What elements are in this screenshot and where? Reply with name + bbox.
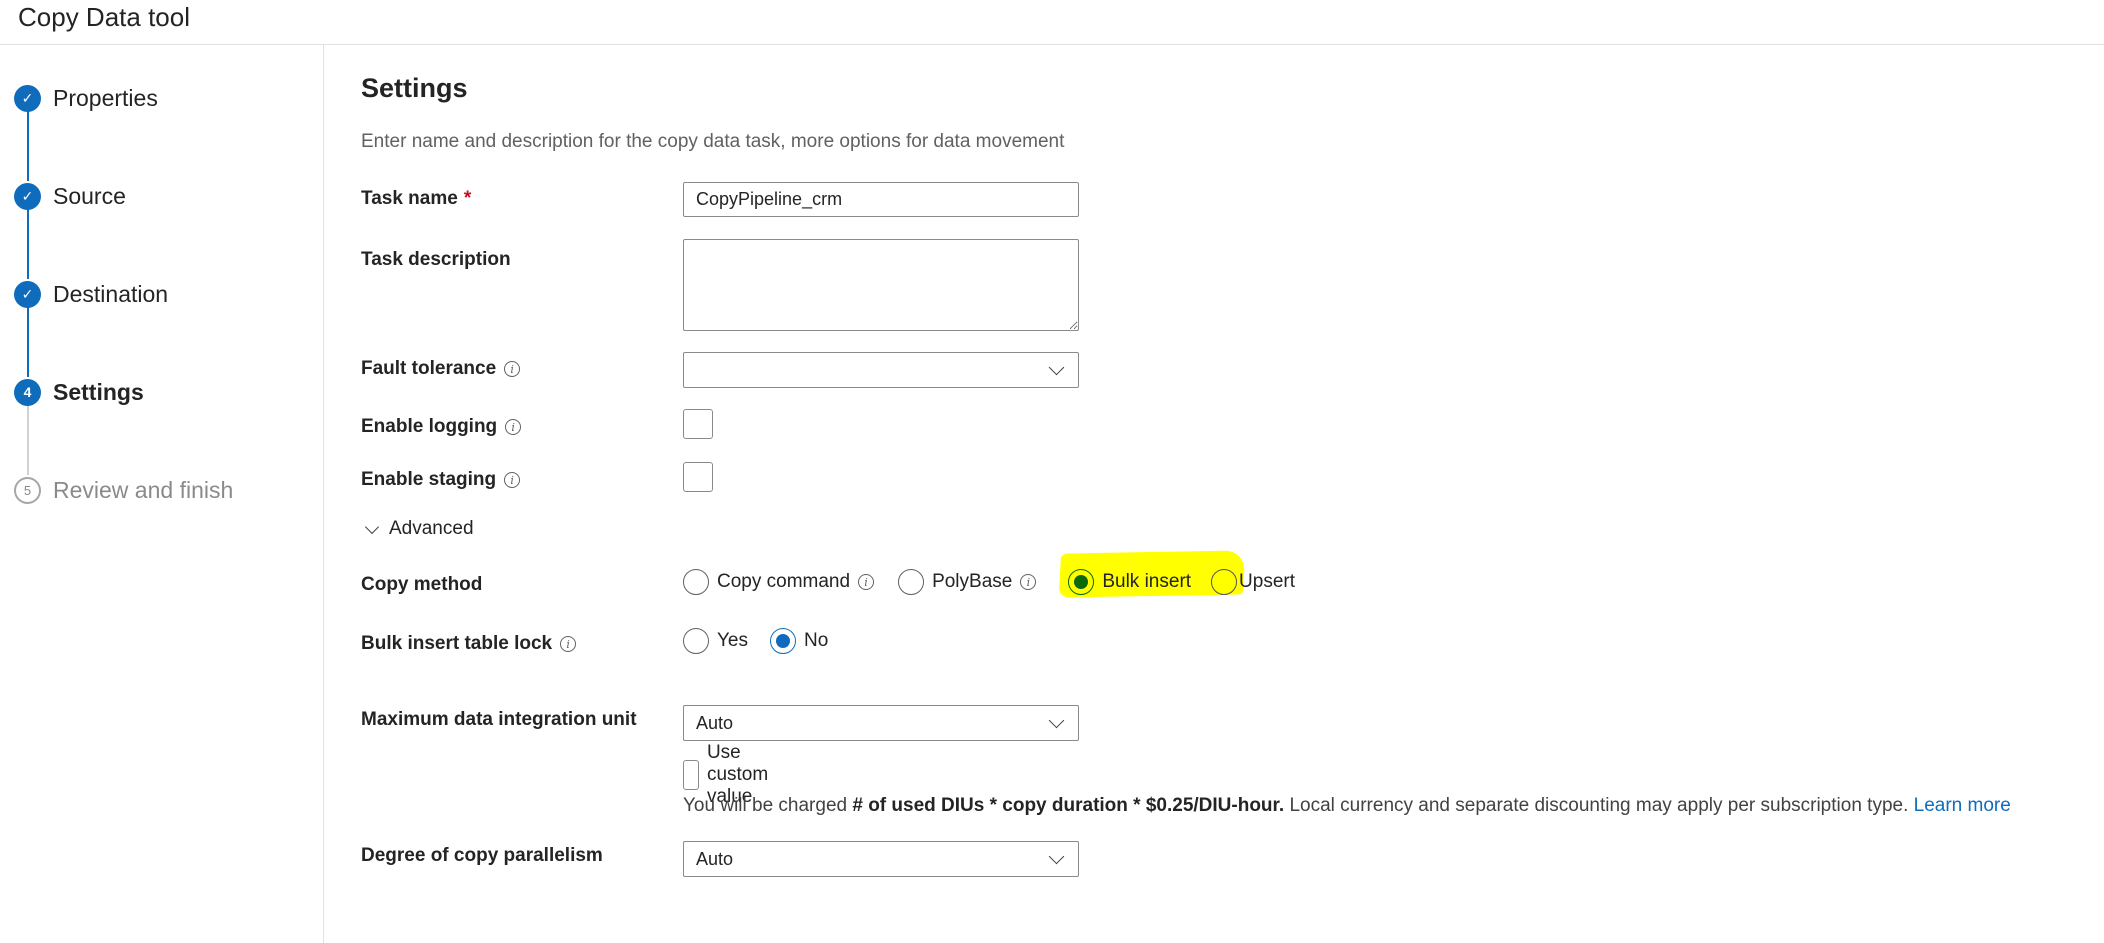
option-label: Upsert (1239, 571, 1296, 592)
copy-method-option-upsert[interactable]: Upsert (1211, 569, 1295, 595)
step-label: Source (53, 182, 126, 209)
info-icon[interactable]: i (505, 419, 522, 435)
step-label: Review and finish (53, 476, 234, 503)
dropdown-value: Auto (696, 848, 734, 869)
step-settings[interactable]: 4 Settings (14, 377, 144, 407)
table-lock-option-no[interactable]: No (770, 628, 828, 654)
enable-logging-label: Enable logging i (361, 416, 522, 438)
step-source[interactable]: ✓ Source (14, 181, 126, 211)
table-lock-radio-group: Yes No (683, 628, 850, 654)
required-marker: * (463, 188, 472, 209)
step-label: Settings (53, 378, 144, 405)
learn-more-link[interactable]: Learn more (1914, 795, 2011, 816)
charge-note-suffix: Local currency and separate discounting … (1284, 795, 1914, 816)
wizard-sidebar: ✓ Properties ✓ Source ✓ Destination 4 Se… (0, 45, 324, 943)
copy-method-option-copy-command[interactable]: Copy command i (683, 569, 875, 595)
chevron-down-icon (1048, 712, 1065, 728)
chevron-down-icon (1048, 848, 1065, 864)
parallelism-dropdown[interactable]: Auto (683, 841, 1079, 877)
parallelism-label: Degree of copy parallelism (361, 845, 603, 866)
app-title: Copy Data tool (18, 2, 190, 32)
task-name-input[interactable] (683, 182, 1079, 217)
info-icon[interactable]: i (1020, 574, 1037, 590)
step-connector (27, 209, 29, 279)
highlighted-options: Bulk insert Upsert (1059, 550, 1295, 598)
charge-note: You will be charged # of used DIUs * cop… (683, 795, 2011, 817)
step-number-badge: 4 (14, 378, 41, 406)
enable-staging-label-text: Enable staging (361, 469, 497, 490)
dropdown-value: Auto (696, 712, 734, 733)
enable-staging-checkbox[interactable] (683, 462, 713, 492)
option-label: PolyBase (932, 571, 1013, 592)
copy-method-radio-group: Copy command i PolyBase i Bulk insert Up… (683, 550, 1295, 598)
check-icon: ✓ (14, 182, 41, 210)
step-label: Destination (53, 280, 169, 307)
step-label: Properties (53, 84, 158, 111)
fault-tolerance-dropdown[interactable] (683, 352, 1079, 388)
step-review-and-finish[interactable]: 5 Review and finish (14, 475, 233, 505)
advanced-toggle[interactable]: Advanced (364, 518, 474, 540)
check-icon: ✓ (14, 280, 41, 308)
info-icon[interactable]: i (504, 472, 521, 488)
info-icon[interactable]: i (560, 636, 577, 652)
radio-button (898, 569, 925, 595)
step-connector (27, 111, 29, 181)
step-connector (27, 307, 29, 377)
info-icon[interactable]: i (504, 361, 521, 377)
info-icon[interactable]: i (858, 574, 875, 590)
radio-button-selected (770, 628, 796, 654)
task-name-label-text: Task name (361, 188, 458, 209)
section-title: Settings (361, 73, 468, 103)
radio-button-selected (1068, 569, 1095, 595)
radio-button (683, 569, 709, 595)
chevron-down-icon (364, 519, 380, 534)
chevron-down-icon (1048, 359, 1065, 375)
enable-logging-label-text: Enable logging (361, 416, 498, 437)
table-lock-label: Bulk insert table lock i (361, 633, 577, 655)
advanced-label: Advanced (389, 518, 474, 539)
fault-tolerance-label-text: Fault tolerance (361, 358, 497, 379)
task-name-label: Task name * (361, 188, 471, 210)
option-label: Copy command (717, 571, 851, 592)
use-custom-value-checkbox[interactable] (683, 760, 699, 790)
charge-note-prefix: You will be charged (683, 795, 853, 816)
table-lock-option-yes[interactable]: Yes (683, 628, 748, 654)
max-diu-dropdown[interactable]: Auto (683, 705, 1079, 741)
option-label: Yes (717, 630, 748, 651)
task-description-label: Task description (361, 249, 511, 270)
copy-method-label: Copy method (361, 574, 483, 595)
copy-method-option-bulk-insert[interactable]: Bulk insert (1068, 569, 1191, 595)
enable-logging-checkbox[interactable] (683, 409, 713, 439)
table-lock-label-text: Bulk insert table lock (361, 633, 553, 654)
step-destination[interactable]: ✓ Destination (14, 279, 168, 309)
task-description-input[interactable] (683, 239, 1079, 331)
charge-formula: # of used DIUs * copy duration * $0.25/D… (852, 795, 1285, 816)
radio-button (1211, 569, 1238, 595)
radio-button (683, 628, 709, 654)
check-icon: ✓ (14, 84, 41, 112)
max-diu-label: Maximum data integration unit (361, 709, 637, 730)
section-description: Enter name and description for the copy … (361, 131, 1065, 152)
step-properties[interactable]: ✓ Properties (14, 83, 158, 113)
enable-staging-label: Enable staging i (361, 469, 521, 491)
step-connector (27, 405, 29, 475)
fault-tolerance-label: Fault tolerance i (361, 358, 521, 380)
option-label: Bulk insert (1102, 571, 1192, 592)
step-number-badge: 5 (14, 476, 41, 504)
option-label: No (804, 630, 829, 651)
copy-method-option-polybase[interactable]: PolyBase i (898, 569, 1037, 595)
